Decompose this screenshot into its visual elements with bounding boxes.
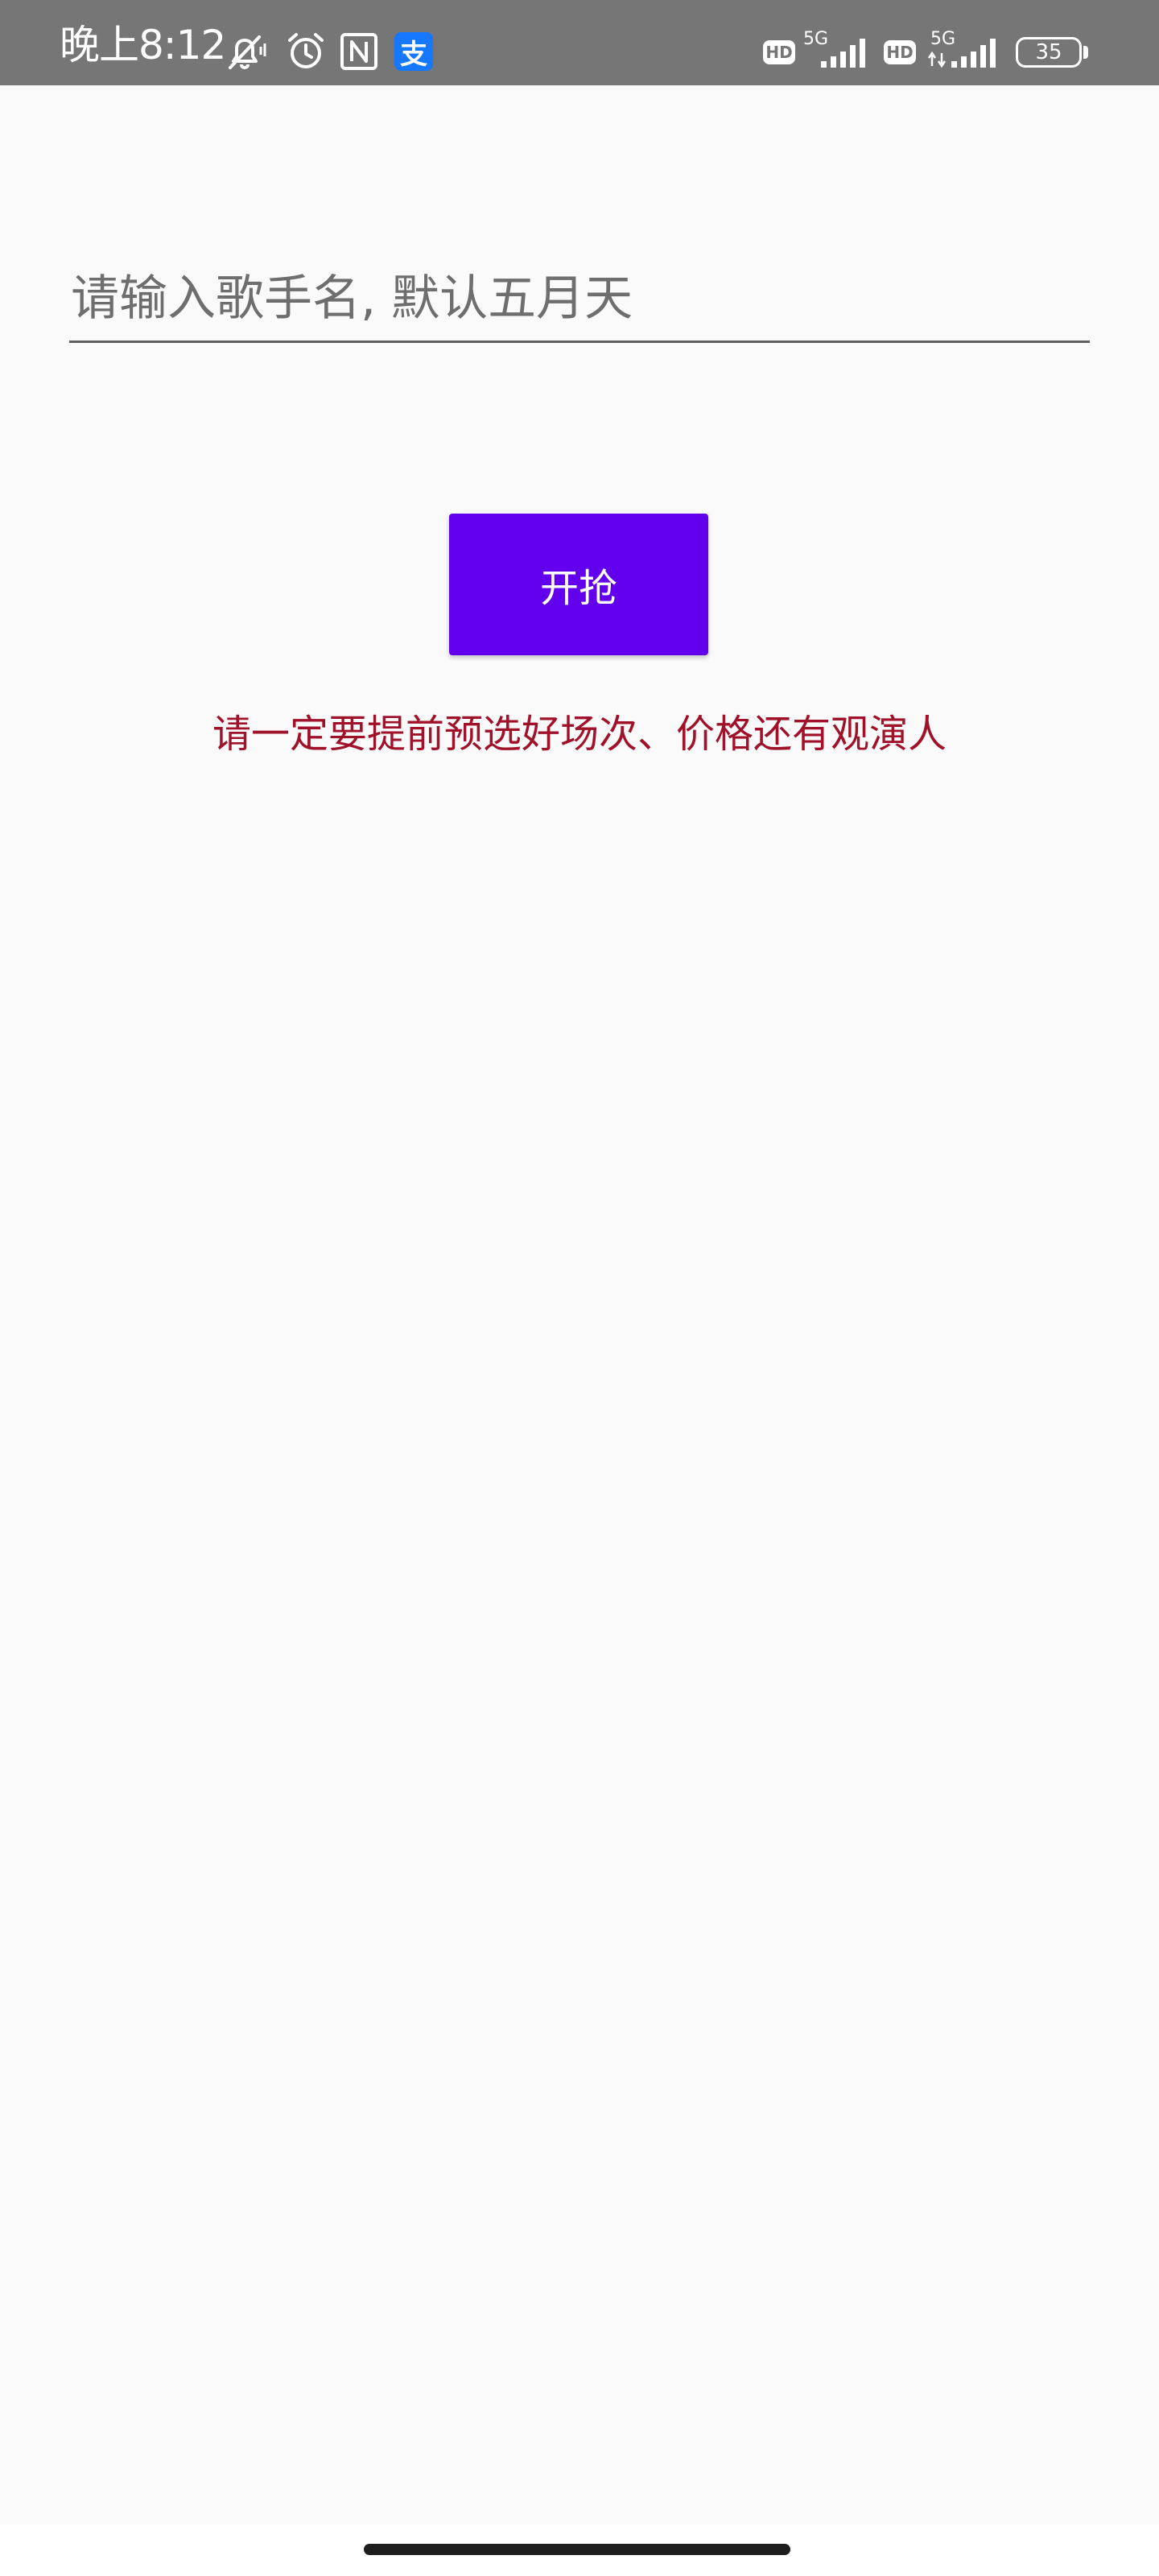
hint-text: 请一定要提前预选好场次、价格还有观演人: [212, 712, 947, 757]
singer-name-input[interactable]: [69, 256, 1090, 343]
nfc-icon: [338, 31, 380, 72]
status-time: 晚上8:12: [60, 22, 226, 68]
home-indicator[interactable]: [364, 2544, 790, 2555]
battery-tip: [1083, 46, 1088, 59]
signal-icon-secondary: [926, 37, 1000, 69]
alarm-icon: [283, 29, 328, 74]
alipay-icon: 支: [394, 32, 433, 71]
start-grab-button[interactable]: 开抢: [449, 514, 708, 655]
hd-icon: HD: [763, 40, 795, 64]
mute-icon: [222, 29, 267, 74]
battery-icon: 35: [1016, 37, 1082, 68]
hd-icon-secondary: HD: [884, 40, 916, 64]
signal-icon: [819, 37, 869, 69]
status-bar: 晚上8:12 支 HD 5G HD 5G 35: [0, 0, 1159, 85]
app-screen: 晚上8:12 支 HD 5G HD 5G 35 请输入歌手名, 默认五月天 开抢…: [0, 0, 1159, 2576]
